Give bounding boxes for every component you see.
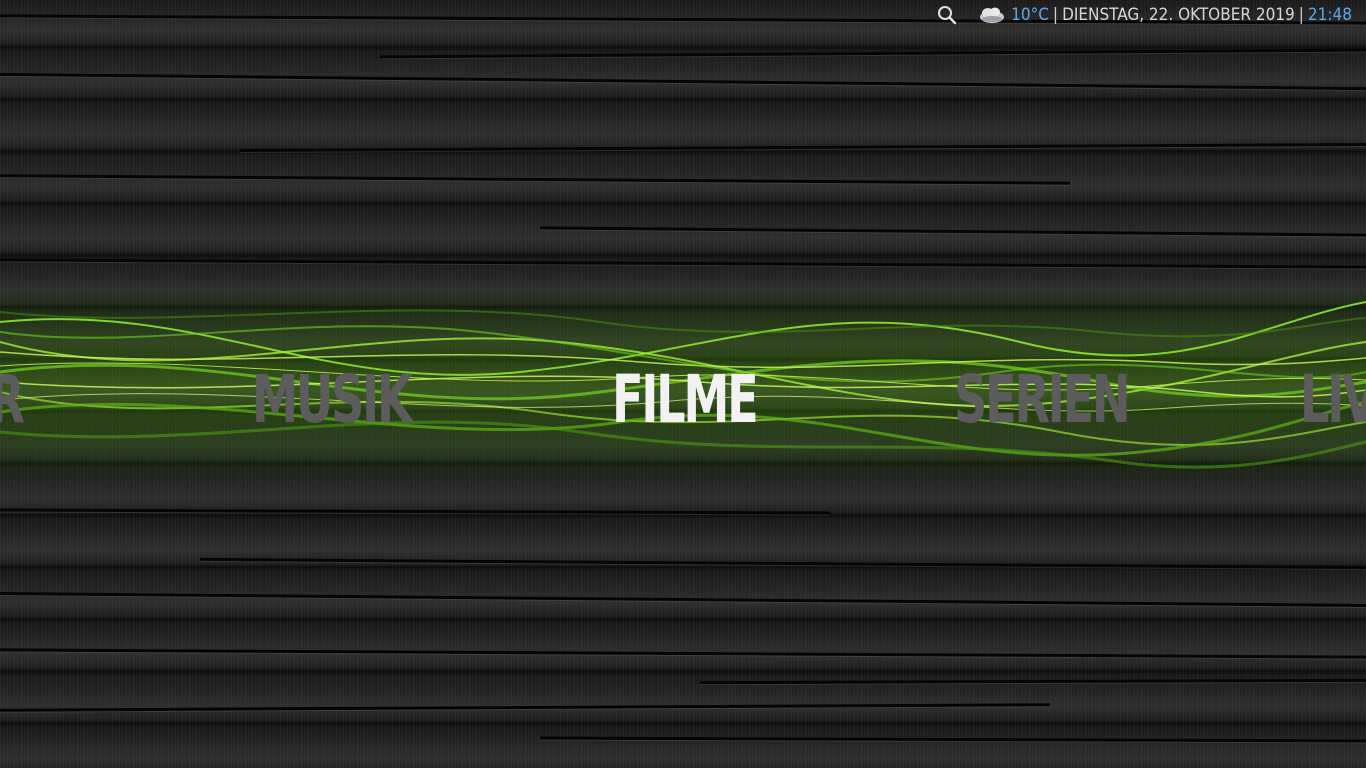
- separator: |: [1298, 5, 1304, 25]
- temperature-text: 10°C: [1011, 5, 1049, 25]
- menu-item-musik[interactable]: MUSIK: [252, 360, 413, 440]
- status-bar: 10°C | DIENSTAG, 22. OKTOBER 2019 | 21:4…: [937, 3, 1352, 27]
- date-text: DIENSTAG, 22. OKTOBER 2019: [1062, 5, 1295, 25]
- clock-text: 21:48: [1307, 5, 1352, 25]
- menu-item-partial-left[interactable]: ER: [0, 360, 25, 440]
- search-icon[interactable]: [937, 5, 957, 25]
- kodi-home-screen: 10°C | DIENSTAG, 22. OKTOBER 2019 | 21:4…: [0, 0, 1366, 768]
- cloud-icon: [980, 7, 1005, 23]
- separator: |: [1052, 5, 1059, 25]
- menu-item-filme[interactable]: FILME: [612, 360, 759, 440]
- main-menu: ER MUSIK FILME SERIEN LIV: [0, 360, 1366, 440]
- menu-item-partial-right[interactable]: LIV: [1300, 360, 1366, 440]
- menu-item-serien[interactable]: SERIEN: [954, 360, 1131, 440]
